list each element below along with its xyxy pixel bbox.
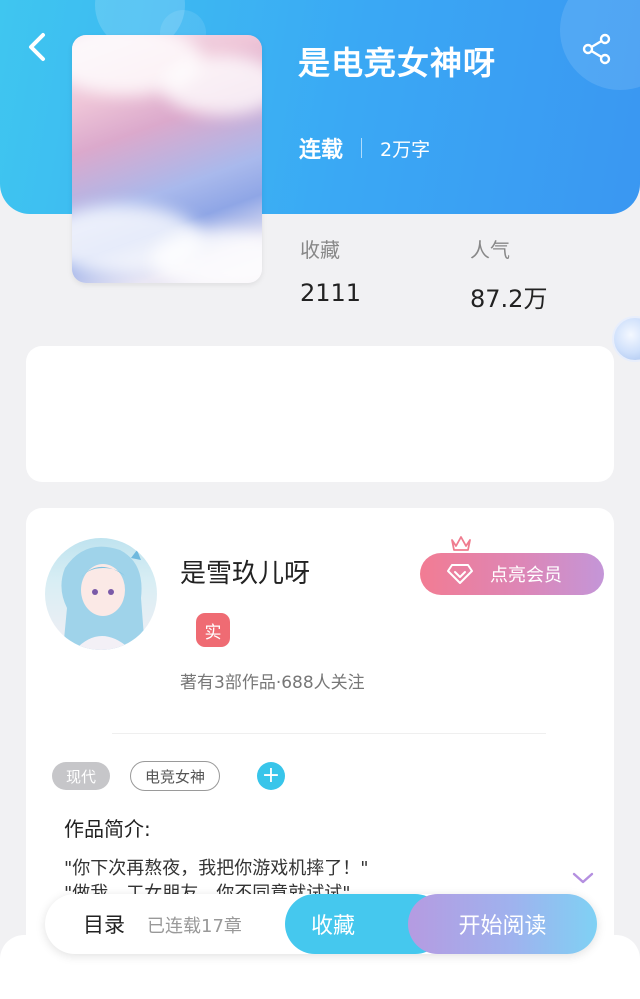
favorites-label: 收藏 [300,238,340,262]
activate-vip-button[interactable]: 点亮会员 [420,553,604,595]
floating-assistant-button[interactable] [612,316,640,362]
tag-modern[interactable]: 现代 [52,762,111,790]
back-button[interactable] [20,30,54,64]
plus-icon: + [261,763,281,788]
add-tag-button[interactable]: + [257,762,285,790]
vip-button-label: 点亮会员 [490,565,562,586]
meta-divider [361,138,363,158]
word-count: 2万字 [380,138,431,161]
popularity-value: 87.2万 [470,285,548,313]
diamond-icon [446,563,474,585]
book-meta: 连载 2万字 [299,132,430,164]
serial-status: 连载 [299,138,344,163]
share-button[interactable] [578,30,616,68]
blank-card [26,346,614,482]
tag-esports-goddess[interactable]: 电竞女神 [130,761,221,791]
chevron-down-icon [572,872,594,884]
favorites-value: 2111 [300,279,362,307]
expand-intro-button[interactable] [571,870,595,890]
book-cover[interactable] [72,35,262,283]
author-avatar[interactable] [45,538,157,650]
intro-text-line: "你下次再熬夜，我把你游戏机摔了！" [64,858,369,879]
chevron-left-icon [29,33,45,61]
avatar-illustration [61,546,145,650]
popularity-label: 人气 [470,238,510,262]
favorites-button-label: 收藏 [311,914,356,939]
start-reading-button[interactable]: 开始阅读 [408,894,597,954]
chapter-count: 已连载17章 [147,916,242,937]
author-name[interactable]: 是雪玖儿呀 [180,553,310,590]
book-title: 是电竞女神呀 [298,44,497,82]
share-icon [582,33,611,65]
favorites-stat: 收藏 2111 [300,234,361,307]
verified-badge: 实 [196,613,230,647]
popularity-stat: 人气 87.2万 [470,234,547,314]
section-divider [112,733,546,734]
start-reading-label: 开始阅读 [458,914,547,939]
author-summary: 著有3部作品·688人关注 [180,673,365,693]
intro-heading: 作品简介: [64,817,151,841]
table-of-contents-button[interactable]: 目录 [83,909,125,939]
cover-cloud [162,55,262,115]
